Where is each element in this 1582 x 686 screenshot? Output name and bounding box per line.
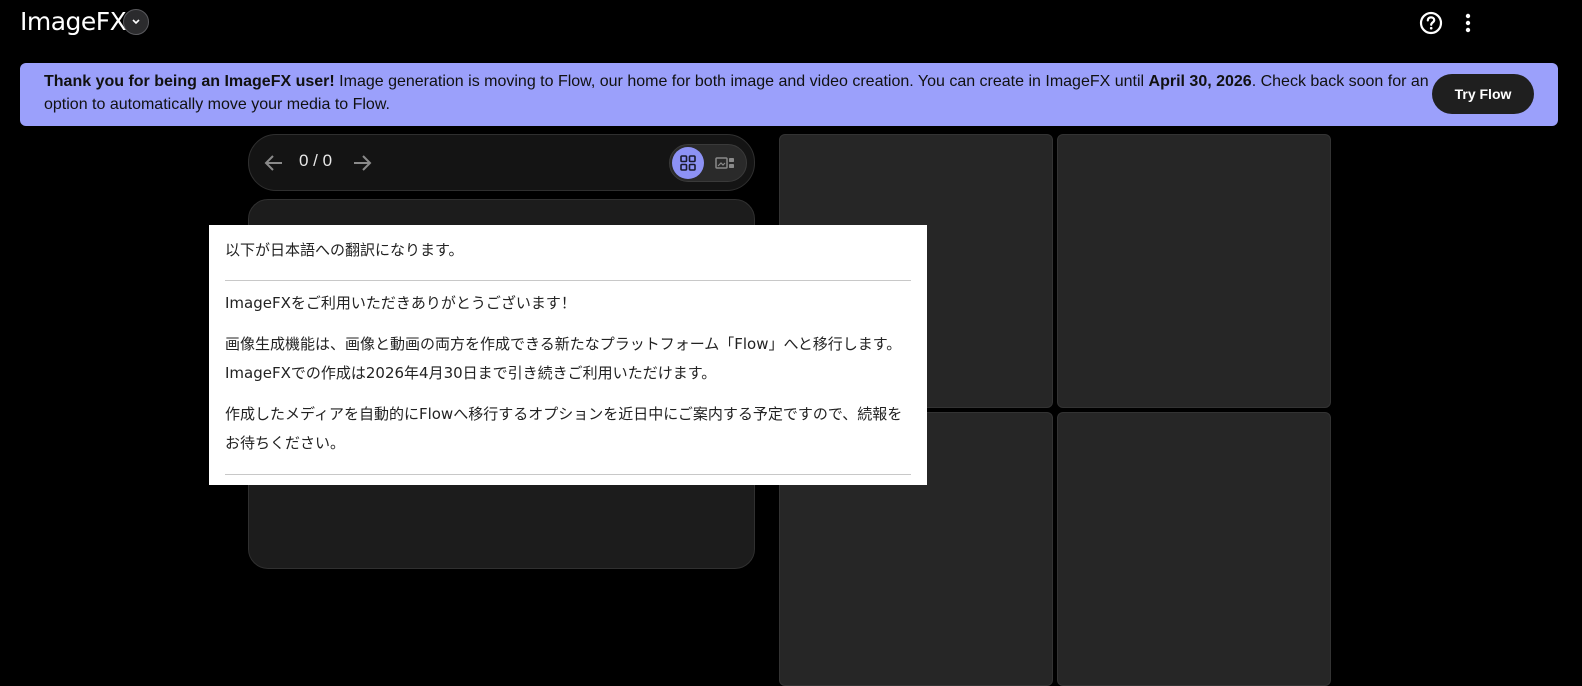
translation-popup: 以下が日本語への翻訳になります。 ImageFXをご利用いただきありがとうござい… [209,225,927,485]
try-flow-button[interactable]: Try Flow [1432,74,1534,114]
single-view-button[interactable] [712,151,738,175]
single-view-icon [715,157,734,169]
arrow-left-icon [264,155,282,171]
translation-paragraph-1: ImageFXをご利用いただきありがとうございます！ [225,294,576,312]
grid-view-icon [680,155,696,171]
previous-button[interactable] [263,153,285,173]
app-title: ImageFX [20,7,127,36]
help-button[interactable] [1418,10,1444,36]
translation-paragraph-2: 画像生成機能は、画像と動画の両方を作成できる新たなプラットフォーム「Flow」へ… [225,335,902,382]
image-counter: 0 / 0 [299,151,333,170]
image-tile-2[interactable] [1057,134,1331,408]
migration-banner: Thank you for being an ImageFX user! Ima… [20,63,1558,126]
divider [225,280,911,281]
banner-bold-date: April 30, 2026 [1148,73,1252,90]
help-circle-icon [1419,11,1443,35]
top-bar: ImageFX [0,0,1582,60]
banner-bold-lead: Thank you for being an ImageFX user! [44,73,335,90]
image-tile-4[interactable] [1057,412,1331,686]
caret-down-icon [132,19,140,25]
grid-view-button[interactable] [672,147,704,179]
next-button[interactable] [351,153,373,173]
image-pager-bar: 0 / 0 [248,134,755,191]
more-options-button[interactable] [1454,8,1482,38]
more-vert-icon [1465,13,1471,33]
translation-heading: 以下が日本語への翻訳になります。 [225,241,464,259]
view-toggle [669,144,747,182]
banner-text-part1: Image generation is moving to Flow, our … [334,73,1149,90]
divider [225,474,911,475]
app-switcher-button[interactable] [123,9,149,35]
translation-paragraph-3: 作成したメディアを自動的にFlowへ移行するオプションを近日中にご案内する予定で… [225,405,903,452]
arrow-right-icon [354,155,372,171]
banner-message: Thank you for being an ImageFX user! Ima… [44,70,1434,116]
